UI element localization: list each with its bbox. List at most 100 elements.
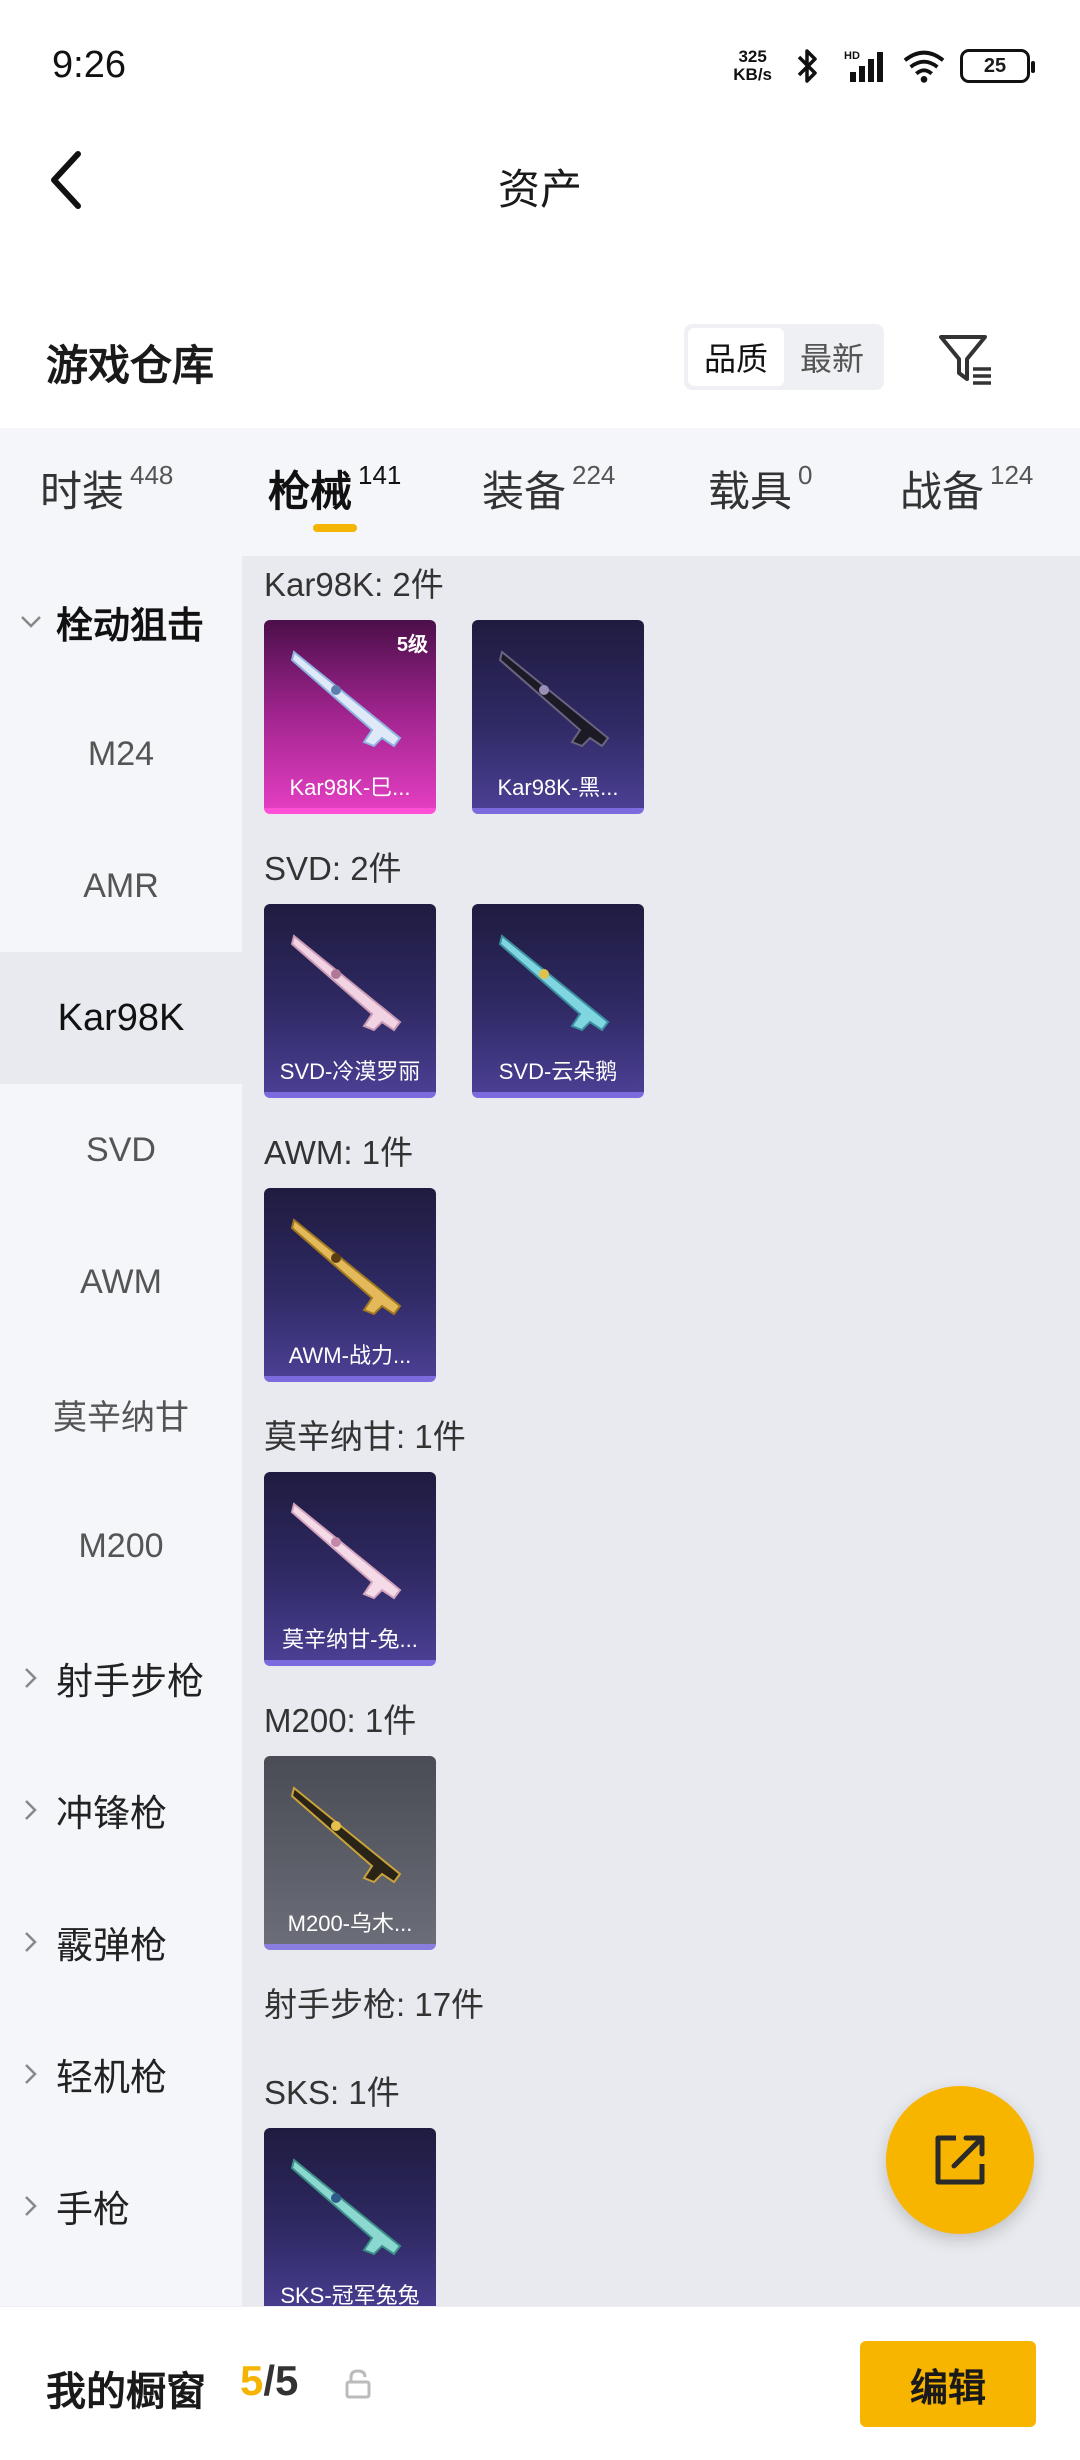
sidebar-group-smg[interactable]: 冲锋枪 bbox=[0, 1744, 242, 1876]
section-heading: Kar98K: 2件 bbox=[264, 566, 444, 603]
lock-icon bbox=[345, 2369, 371, 2399]
sidebar-group-label: 霰弹枪 bbox=[56, 1925, 167, 1966]
sidebar-item-amr[interactable]: AMR bbox=[0, 820, 242, 952]
card-label: SVD-冷漠罗丽 bbox=[279, 1059, 421, 1084]
wifi-icon bbox=[902, 46, 946, 86]
sidebar-group-label: 射手步枪 bbox=[56, 1661, 204, 1702]
signal-icon: HD bbox=[844, 46, 888, 86]
card-label: M200-乌木... bbox=[287, 1911, 413, 1936]
tab-count: 448 bbox=[130, 460, 174, 490]
status-bar: 9:26 325 KB/s HD 25 bbox=[0, 0, 1080, 130]
weapon-card[interactable]: SVD-冷漠罗丽 bbox=[264, 904, 436, 1098]
tab-supplies[interactable]: 战备 124 bbox=[900, 458, 1033, 519]
section-heading: M200: 1件 bbox=[264, 1702, 417, 1739]
tab-label: 时装 bbox=[40, 468, 125, 515]
card-label: SKS-冠军兔兔 bbox=[280, 2283, 420, 2306]
chevron-right-icon bbox=[20, 2063, 42, 2085]
weapon-card[interactable]: M200-乌木... bbox=[264, 1756, 436, 1950]
weapon-card[interactable]: SVD-云朵鹅 bbox=[472, 904, 644, 1098]
sidebar-group-label: 轻机枪 bbox=[56, 2057, 167, 2098]
tab-count: 141 bbox=[358, 460, 402, 490]
tab-count: 0 bbox=[798, 460, 813, 490]
card-level-badge: 5级 bbox=[396, 634, 428, 656]
warehouse-title: 游戏仓库 bbox=[46, 342, 215, 389]
section-heading: 射手步枪: 17件 bbox=[264, 1986, 485, 2023]
filter-button[interactable] bbox=[930, 324, 1000, 394]
sidebar-item-m24[interactable]: M24 bbox=[0, 688, 242, 820]
rifle-icon bbox=[290, 934, 402, 1032]
filter-icon bbox=[939, 335, 991, 385]
showcase-separator: / bbox=[263, 2357, 276, 2404]
sidebar-item-svd[interactable]: SVD bbox=[0, 1084, 242, 1216]
tab-label: 装备 bbox=[482, 468, 567, 515]
sidebar-group-label: 栓动狙击 bbox=[56, 605, 204, 646]
sidebar-item-mosin[interactable]: 莫辛纳甘 bbox=[0, 1348, 242, 1480]
card-label: AWM-战力... bbox=[288, 1343, 412, 1368]
rifle-icon bbox=[290, 1502, 402, 1600]
network-speed-unit: KB/s bbox=[733, 65, 772, 84]
section-heading: AWM: 1件 bbox=[264, 1134, 414, 1171]
share-fab-button[interactable] bbox=[886, 2086, 1034, 2234]
chevron-right-icon bbox=[20, 1931, 42, 1953]
rifle-icon bbox=[498, 650, 610, 748]
weapon-card[interactable]: Kar98K-黑... bbox=[472, 620, 644, 814]
sidebar-item-kar98k[interactable]: Kar98K bbox=[0, 952, 242, 1084]
weapon-card[interactable]: 莫辛纳甘-兔... bbox=[264, 1472, 436, 1666]
chevron-right-icon bbox=[20, 1667, 42, 1689]
active-tab-indicator bbox=[313, 524, 357, 532]
sidebar-item-m200[interactable]: M200 bbox=[0, 1480, 242, 1612]
sidebar-group-marksman[interactable]: 射手步枪 bbox=[0, 1612, 242, 1744]
rifle-icon bbox=[290, 1218, 402, 1316]
showcase-total: 5 bbox=[275, 2357, 299, 2404]
sidebar-group-label: 冲锋枪 bbox=[56, 1793, 167, 1834]
rifle-icon bbox=[290, 1786, 402, 1884]
rifle-icon bbox=[498, 934, 610, 1032]
weapon-list: Kar98K: 2件 5级 Kar98K-巳... Kar98K-黑... SV… bbox=[242, 556, 1080, 2306]
bluetooth-icon bbox=[786, 46, 830, 86]
tab-count: 224 bbox=[572, 460, 616, 490]
status-icons: 325 KB/s HD 25 bbox=[733, 44, 1035, 88]
showcase-bar: 我的橱窗 5/5 编辑 bbox=[0, 2306, 1080, 2460]
external-link-icon bbox=[935, 2135, 985, 2185]
tab-fashion[interactable]: 时装 448 bbox=[40, 458, 173, 519]
weapon-card[interactable]: 5级 Kar98K-巳... bbox=[264, 620, 436, 814]
edit-button[interactable]: 编辑 bbox=[860, 2341, 1036, 2427]
tab-vehicles[interactable]: 载具 0 bbox=[708, 458, 812, 519]
battery-indicator: 25 bbox=[960, 49, 1035, 83]
chevron-right-icon bbox=[20, 1799, 42, 1821]
chevron-down-icon bbox=[20, 611, 42, 633]
section-heading: 莫辛纳甘: 1件 bbox=[264, 1418, 466, 1455]
section-heading: SVD: 2件 bbox=[264, 850, 402, 887]
weapon-card[interactable]: SKS-冠军兔兔 bbox=[264, 2128, 436, 2306]
card-label: SVD-云朵鹅 bbox=[498, 1059, 618, 1084]
weapon-category-sidebar: 栓动狙击 M24 AMR Kar98K SVD AWM 莫辛纳甘 M200 射手… bbox=[0, 556, 242, 2306]
network-speed: 325 KB/s bbox=[733, 48, 772, 84]
network-speed-value: 325 bbox=[738, 47, 767, 66]
sidebar-group-shotgun[interactable]: 霰弹枪 bbox=[0, 1876, 242, 2008]
svg-text:HD: HD bbox=[844, 50, 860, 62]
category-tabs: 时装 448 枪械 141 装备 224 载具 0 战备 124 bbox=[0, 428, 1080, 556]
sidebar-item-awm[interactable]: AWM bbox=[0, 1216, 242, 1348]
sidebar-group-pistol[interactable]: 手枪 bbox=[0, 2140, 242, 2272]
weapon-card[interactable]: AWM-战力... bbox=[264, 1188, 436, 1382]
sidebar-group-bolt-action[interactable]: 栓动狙击 bbox=[0, 556, 242, 688]
showcase-current: 5 bbox=[240, 2357, 264, 2404]
chevron-right-icon bbox=[20, 2195, 42, 2217]
tab-guns[interactable]: 枪械 141 bbox=[268, 458, 401, 519]
sort-toggle: 品质 最新 bbox=[684, 324, 884, 390]
sort-newest-button[interactable]: 最新 bbox=[784, 328, 880, 386]
tab-label: 载具 bbox=[708, 468, 793, 515]
rifle-icon bbox=[290, 2158, 402, 2256]
tab-equipment[interactable]: 装备 224 bbox=[482, 458, 615, 519]
card-label: 莫辛纳甘-兔... bbox=[282, 1627, 418, 1652]
sidebar-group-label: 手枪 bbox=[56, 2189, 130, 2230]
tab-label: 战备 bbox=[900, 468, 985, 515]
showcase-count: 5/5 bbox=[240, 2357, 298, 2405]
rifle-icon bbox=[290, 650, 402, 748]
tab-count: 124 bbox=[990, 460, 1034, 490]
tab-label: 枪械 bbox=[268, 468, 353, 515]
sort-quality-button[interactable]: 品质 bbox=[688, 328, 784, 386]
page-title: 资产 bbox=[497, 166, 582, 213]
status-time: 9:26 bbox=[52, 44, 126, 86]
sidebar-group-lmg[interactable]: 轻机枪 bbox=[0, 2008, 242, 2140]
